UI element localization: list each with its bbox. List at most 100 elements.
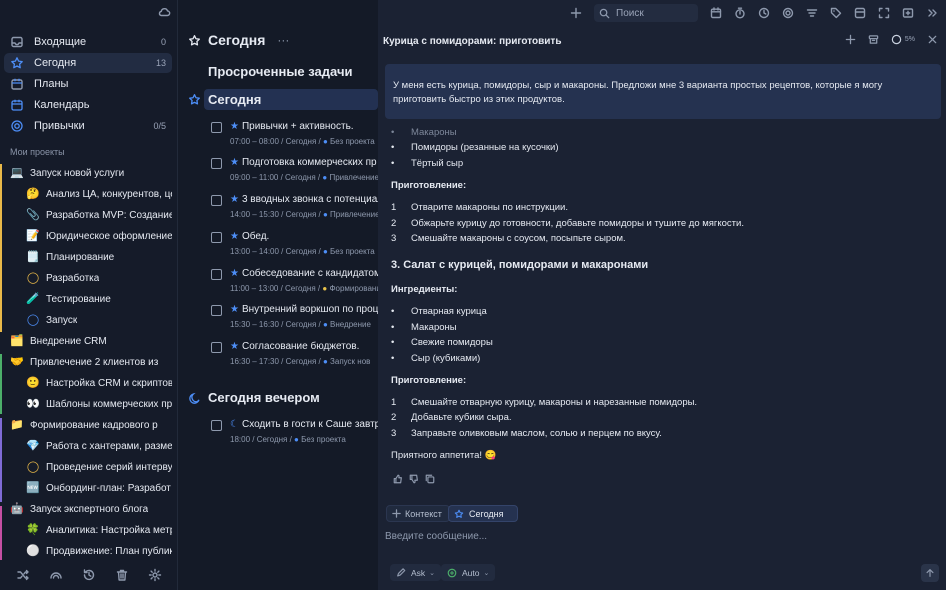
task-item[interactable]: ★ Собеседование с кандидатом 11:00 – 13:0… (211, 268, 378, 302)
thumbs-up-icon[interactable] (393, 474, 403, 484)
task-time: 11:00 – 13:00 (230, 284, 279, 293)
today-context-chip[interactable]: Сегодня (448, 505, 518, 522)
task-checkbox[interactable] (211, 158, 222, 169)
task-checkbox[interactable] (211, 420, 222, 431)
clock-icon[interactable] (758, 7, 770, 19)
project-item[interactable]: 📎 Разработка MVP: Создание (26, 206, 172, 224)
copy-icon[interactable] (425, 474, 435, 484)
add-panel-icon[interactable] (902, 7, 914, 19)
project-item[interactable]: 📁 Формирование кадрового р (10, 416, 174, 434)
project-label: Настройка CRM и скриптов (46, 377, 172, 389)
task-checkbox[interactable] (211, 342, 222, 353)
sidebar-item-habits[interactable]: Привычки 0/5 (4, 116, 172, 136)
project-item[interactable]: 🆕 Онбординг-план: Разработ (26, 479, 172, 497)
project-label: Онбординг-план: Разработ (46, 482, 171, 494)
sidebar-item-today[interactable]: Сегодня 13 (4, 53, 172, 73)
task-checkbox[interactable] (211, 122, 222, 133)
project-dot-icon: ● (322, 173, 328, 182)
history-icon[interactable] (82, 568, 96, 582)
section-overdue[interactable]: Просроченные задачи (208, 64, 353, 79)
project-item[interactable]: ◯ Разработка (26, 269, 172, 287)
project-item[interactable]: 🗒️ Планирование (26, 248, 172, 266)
task-title: Внутренний воркшоп по проц (241, 304, 378, 315)
step-item: 2 Добавьте кубики сыра. (391, 412, 512, 423)
new-chat-icon[interactable] (845, 34, 856, 45)
mode-select[interactable]: Ask ⌄ (390, 564, 442, 581)
tag-icon[interactable] (830, 7, 842, 19)
message-input[interactable] (385, 527, 785, 545)
project-color-stripe (0, 164, 2, 332)
project-item[interactable]: ◯ Проведение серий интерву (26, 458, 172, 476)
sidebar-item-calendar[interactable]: Календарь (4, 95, 172, 115)
project-item[interactable]: 🤝 Привлечение 2 клиентов из (10, 353, 174, 371)
add-icon[interactable] (570, 7, 582, 19)
closing-text: Приятного аппетита! 😋 (391, 450, 497, 461)
sidebar-item-inbox[interactable]: Входящие 0 (4, 32, 172, 52)
close-icon[interactable] (927, 34, 938, 45)
task-checkbox[interactable] (211, 305, 222, 316)
project-circle-icon: ◯ (26, 314, 40, 326)
target-icon[interactable] (782, 7, 794, 19)
task-item[interactable]: ★ Обед. 13:00 – 14:00 / Сегодня / ● Без п… (211, 231, 378, 265)
task-checkbox[interactable] (211, 232, 222, 243)
progress-ring-icon (891, 34, 902, 45)
gear-icon[interactable] (148, 568, 162, 582)
task-item[interactable]: ★ Привычки + активность. 07:00 – 08:00 / … (211, 121, 378, 155)
project-label: Запуск (46, 314, 78, 326)
project-emoji-icon: 💎 (26, 440, 40, 452)
filter-icon[interactable] (806, 7, 818, 19)
project-item[interactable]: 💻 Запуск новой услуги (10, 164, 174, 182)
section-today[interactable]: Сегодня (208, 92, 261, 107)
add-context-chip[interactable]: Контекст (386, 505, 450, 522)
task-checkbox[interactable] (211, 195, 222, 206)
signal-icon[interactable] (49, 568, 63, 582)
project-item[interactable]: ◯ Запуск (26, 311, 172, 329)
search-box[interactable]: Поиск (594, 4, 698, 22)
archive-icon[interactable] (868, 34, 879, 45)
collapse-right-icon[interactable] (926, 7, 938, 19)
list-item: • Свежие помидоры (391, 337, 493, 348)
project-circle-icon: ◯ (26, 461, 40, 473)
timer-icon[interactable] (734, 7, 746, 19)
project-item[interactable]: 🤖 Запуск экспертного блога (10, 500, 174, 518)
focus-icon[interactable] (878, 7, 890, 19)
task-item[interactable]: ☾ Сходить в гости к Саше завтр 18:00 / Се… (211, 419, 378, 453)
project-color-stripe (0, 354, 2, 414)
task-item[interactable]: ★ Подготовка коммерческих пр 09:00 – 11:0… (211, 157, 378, 191)
project-emoji-icon: 🆕 (26, 482, 40, 494)
cloud-sync-icon[interactable] (157, 5, 171, 19)
sidebar-item-plans[interactable]: Планы (4, 74, 172, 94)
model-select[interactable]: Auto ⌄ (441, 564, 496, 581)
project-item[interactable]: 🧪 Тестирование (26, 290, 172, 308)
project-item[interactable]: 🤔 Анализ ЦА, конкурентов, це (26, 185, 172, 203)
send-button[interactable] (921, 564, 939, 582)
project-item[interactable]: 📝 Юридическое оформление (26, 227, 172, 245)
project-item[interactable]: 🗂️ Внедрение CRM (10, 332, 174, 350)
task-item[interactable]: ★ 3 вводных звонка с потенциал 14:00 – 15… (211, 194, 378, 228)
trash-icon[interactable] (115, 568, 129, 582)
project-item[interactable]: 💎 Работа с хантерами, разме (26, 437, 172, 455)
project-label: Аналитика: Настройка метр (46, 524, 172, 536)
project-color-stripe (0, 506, 2, 560)
task-item[interactable]: ★ Согласование бюджетов. 16:30 – 17:30 / … (211, 341, 378, 375)
project-emoji-icon: 🗂️ (10, 335, 24, 347)
chat-mode-icon (396, 567, 406, 578)
layers-icon[interactable] (854, 7, 866, 19)
task-checkbox[interactable] (211, 269, 222, 280)
task-item[interactable]: ★ Внутренний воркшоп по проц 15:30 – 16:3… (211, 304, 378, 338)
project-label: Запуск экспертного блога (30, 503, 149, 515)
task-when: Сегодня (285, 173, 316, 182)
more-options-button[interactable]: ··· (277, 33, 289, 47)
shuffle-icon[interactable] (16, 568, 30, 582)
star-icon (10, 56, 24, 70)
project-item[interactable]: 👀 Шаблоны коммерческих пр (26, 395, 172, 413)
project-dot-icon: ● (322, 320, 328, 329)
thumbs-down-icon[interactable] (409, 474, 419, 484)
project-item[interactable]: ⚪ Продвижение: План публик (26, 542, 172, 560)
section-evening[interactable]: Сегодня вечером (208, 390, 320, 405)
project-item[interactable]: 🍀 Аналитика: Настройка метр (26, 521, 172, 539)
project-item[interactable]: 🙂 Настройка CRM и скриптов (26, 374, 172, 392)
calendar-icon[interactable] (710, 7, 722, 19)
task-when: Сегодня (285, 137, 317, 146)
message-actions (393, 474, 435, 484)
